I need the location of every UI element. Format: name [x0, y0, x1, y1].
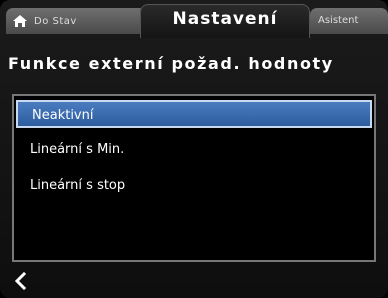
tab-settings[interactable]: Nastavení [140, 4, 310, 38]
tab-home-label: Do Stav [34, 15, 77, 27]
list-item[interactable]: Lineární s stop [16, 172, 372, 200]
page-title: Funkce externí požad. hodnoty [8, 54, 334, 73]
tab-assistant[interactable]: Asistent [310, 8, 388, 34]
screen: Do Stav Nastavení Asistent Funkce extern… [0, 0, 388, 298]
home-icon [13, 15, 27, 27]
options-list: Neaktivní Lineární s Min. Lineární s sto… [12, 94, 376, 262]
list-item[interactable]: Lineární s Min. [16, 136, 372, 164]
list-item[interactable]: Neaktivní [16, 100, 372, 128]
tab-home[interactable]: Do Stav [6, 8, 146, 34]
tab-bar: Do Stav Nastavení Asistent [0, 0, 388, 38]
back-arrow-icon[interactable] [14, 272, 28, 290]
